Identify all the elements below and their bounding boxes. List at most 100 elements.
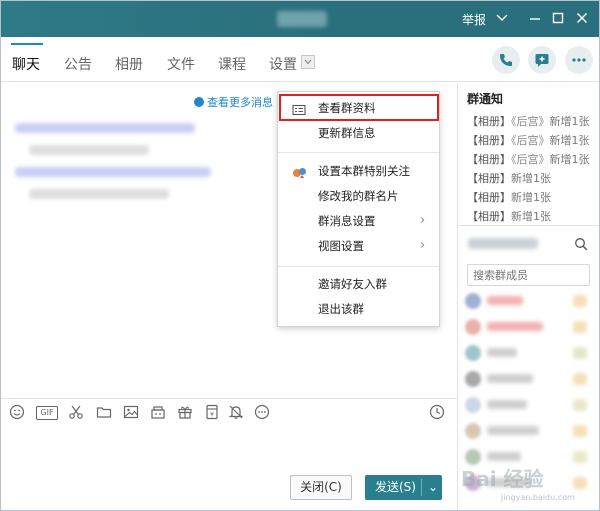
view-more-messages-link[interactable]: 查看更多消息 [194,94,273,110]
collapse-button[interactable] [492,9,512,29]
gif-icon: GIF [36,406,58,420]
member-name-blurred [487,374,533,383]
group-name-blurred [277,11,327,27]
red-packet-button[interactable]: ¥ [204,404,222,422]
scissors-icon [69,405,83,419]
blurred-message-body [29,189,169,199]
notification-button[interactable] [228,404,246,422]
search-members-button[interactable] [574,237,588,254]
add-app-button[interactable] [528,46,556,74]
menu-item-view-settings[interactable]: 视图设置 › [278,234,439,258]
voice-call-button[interactable] [492,46,520,74]
menu-item-quit-group[interactable]: 退出该群 [278,297,439,321]
member-search-input[interactable] [467,264,590,286]
menu-item-special-follow[interactable]: 设置本群特别关注 [278,159,439,183]
more-options-button[interactable] [565,46,593,74]
close-button[interactable]: 关闭(C) [290,475,352,500]
member-badge-blurred [573,399,587,411]
gift-box-icon [151,406,165,419]
menu-item-update-group-info[interactable]: 更新群信息 [278,121,439,145]
title-bar[interactable]: 举报 [1,1,599,37]
gif-button[interactable]: GIF [36,404,58,422]
notice-item[interactable]: 【相册】《后宫》新增1张 [467,113,590,129]
search-icon [575,238,588,251]
member-name-blurred [487,426,539,435]
member-name-blurred [487,400,527,409]
group-chat-window: 举报 聊天 公告 相册 文件 课程 设置 查看更多消息 GIF ¥ 关闭(C) … [0,0,600,511]
minimize-icon [530,18,540,20]
send-options-arrow[interactable]: ⌄ [425,475,441,500]
report-button[interactable]: 举报 [462,11,486,28]
maximize-icon [552,12,564,24]
notice-item[interactable]: 【相册】新增1张 [467,208,551,224]
image-icon [123,405,139,419]
member-badge-blurred [573,295,587,307]
minimize-button[interactable] [525,9,545,29]
tab-settings[interactable]: 设置 [269,54,297,74]
tab-chat[interactable]: 聊天 [12,54,40,74]
send-file-button[interactable] [96,404,114,422]
member-name-blurred [487,348,517,357]
message-input[interactable] [5,429,453,469]
member-badge-blurred [573,321,587,333]
avatar [465,319,481,335]
gift-button[interactable] [177,404,195,422]
menu-item-message-settings[interactable]: 群消息设置 › [278,209,439,233]
maximize-button[interactable] [548,9,568,29]
member-name-blurred [487,322,543,331]
member-list-item[interactable] [463,293,591,309]
member-count-blurred [468,238,538,249]
avatar [465,345,481,361]
member-badge-blurred [573,451,587,463]
menu-item-invite-friends[interactable]: 邀请好友入群 [278,272,439,296]
chat-plus-icon [535,54,549,67]
folder-icon [96,407,112,418]
blurred-message-header [15,123,195,133]
menu-separator [278,152,439,153]
member-list-item[interactable] [463,319,591,335]
tabs-dropdown-button[interactable] [301,55,315,69]
chevron-down-icon [304,59,312,65]
tab-courses[interactable]: 课程 [218,54,246,74]
tab-files[interactable]: 文件 [167,54,195,74]
chevron-right-icon: › [420,213,426,228]
notice-item[interactable]: 【相册】《后宫》新增1张 [467,132,590,148]
tab-announcement[interactable]: 公告 [64,54,92,74]
clock-icon [194,97,204,107]
history-icon [429,404,445,420]
screenshot-button[interactable] [68,404,86,422]
watermark-logo: Bai 经验 [461,467,544,491]
close-window-button[interactable] [572,9,592,29]
notice-item[interactable]: 【相册】新增1张 [467,189,551,205]
highlight-box [279,94,439,121]
gift-box-button[interactable] [150,404,168,422]
member-list-item[interactable] [463,345,591,361]
active-tab-indicator [11,43,43,45]
group-context-menu: 查看群资料 更新群信息 设置本群特别关注 修改我的群名片 群消息设置 › 视图设… [277,91,440,327]
panel-divider [457,83,458,510]
member-badge-blurred [573,373,587,385]
member-list-item[interactable] [463,371,591,387]
menu-item-edit-group-card[interactable]: 修改我的群名片 [278,184,439,208]
send-button-label: 发送(S) [375,480,416,494]
member-badge-blurred [573,477,587,489]
member-list-item[interactable] [463,397,591,413]
chevron-right-icon: › [420,238,426,253]
close-icon [577,13,587,23]
more-tools-button[interactable] [254,404,272,422]
emoji-button[interactable] [9,404,27,422]
menu-separator [278,266,439,267]
watermark-url: jingyan.baidu.com [501,493,575,502]
more-dots-icon [254,404,270,420]
chevron-down-icon [496,14,508,21]
avatar [465,423,481,439]
member-list-item[interactable] [463,423,591,439]
send-button[interactable]: 发送(S) ⌄ [365,475,442,500]
send-image-button[interactable] [123,404,141,422]
message-history-button[interactable] [429,404,447,422]
member-name-blurred [487,452,521,461]
avatar [465,397,481,413]
tab-album[interactable]: 相册 [115,54,143,74]
notice-item[interactable]: 【相册】《后宫》新增1张 [467,151,590,167]
notice-item[interactable]: 【相册】新增1张 [467,170,551,186]
